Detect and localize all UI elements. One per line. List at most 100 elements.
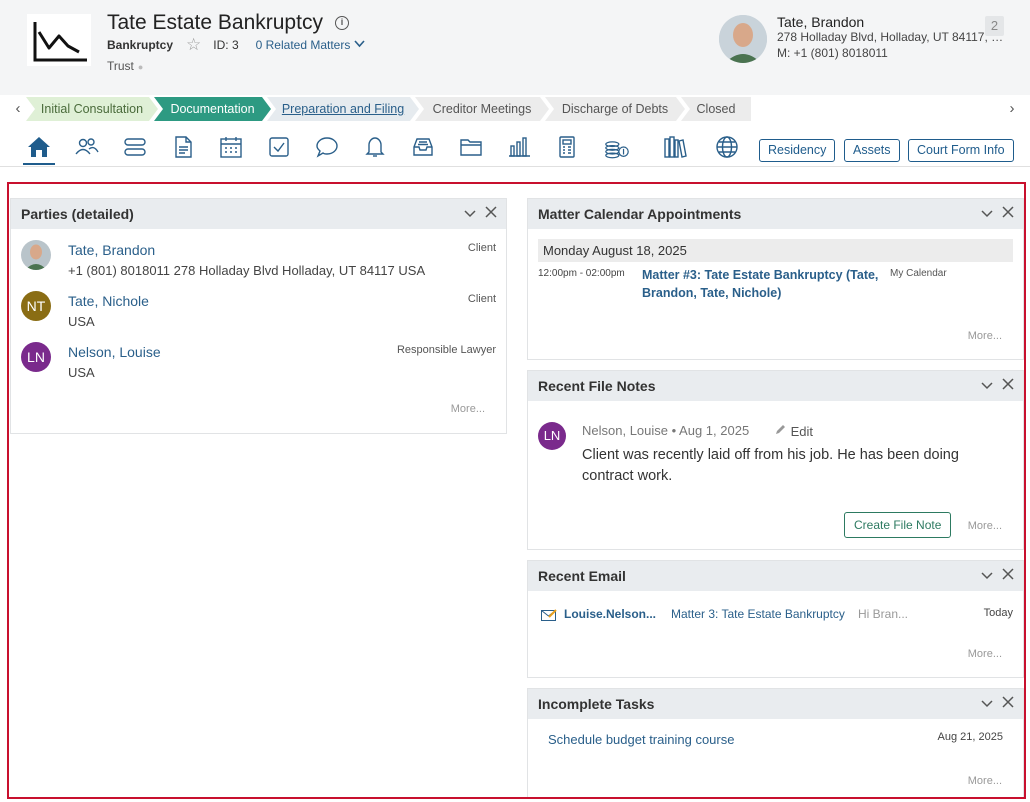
folder-icon[interactable] (457, 134, 485, 160)
avatar[interactable] (21, 240, 51, 270)
appointment-calendar: My Calendar (890, 268, 947, 279)
dashboard-panel: Parties (detailed) Tate, Brandon +1 (801… (7, 182, 1026, 799)
avatar[interactable]: NT (21, 291, 51, 321)
email-widget: Recent Email Louise.Nelson... Matter 3: … (527, 560, 1024, 678)
client-address: 278 Holladay Blvd, Holladay, UT 84117, U… (777, 30, 1005, 44)
stage-closed[interactable]: Closed (681, 97, 751, 121)
matter-header: Tate Estate Bankruptcy i Bankruptcy ☆ ID… (0, 0, 1030, 95)
more-link[interactable]: More... (451, 403, 485, 415)
client-avatar[interactable] (719, 15, 767, 63)
party-item: NT Tate, Nichole USA Client (11, 291, 506, 337)
trust-dot: ● (137, 62, 144, 72)
collapse-icon[interactable] (464, 205, 476, 221)
widget-title: Incomplete Tasks (538, 696, 655, 712)
globe-icon[interactable] (713, 134, 741, 160)
widget-title: Parties (detailed) (21, 206, 134, 222)
widget-title: Matter Calendar Appointments (538, 206, 742, 222)
party-role: Client (467, 293, 496, 305)
calculator-icon[interactable] (553, 134, 581, 160)
calendar-widget-header: Matter Calendar Appointments (528, 199, 1023, 229)
bell-icon[interactable] (361, 134, 389, 160)
contacts-icon[interactable] (73, 134, 101, 160)
party-item: LN Nelson, Louise USA Responsible Lawyer (11, 342, 506, 388)
stack-icon[interactable] (121, 134, 149, 160)
close-icon[interactable] (1002, 693, 1014, 713)
checkbox-icon[interactable] (265, 134, 293, 160)
chevron-right-icon[interactable]: › (1004, 97, 1020, 121)
close-icon[interactable] (485, 203, 497, 223)
matter-logo (27, 14, 91, 66)
more-link[interactable]: More... (968, 520, 1002, 532)
email-from: Louise.Nelson... (564, 607, 657, 621)
collapse-icon[interactable] (981, 567, 993, 583)
collapse-icon[interactable] (981, 377, 993, 393)
pencil-icon (774, 424, 787, 439)
trust-text: Trust (107, 59, 134, 73)
calendar-widget: Matter Calendar Appointments Monday Augu… (527, 198, 1024, 360)
trust-label: Trust ● (107, 59, 143, 73)
inbox-icon[interactable] (409, 134, 437, 160)
star-icon[interactable]: ☆ (186, 36, 201, 53)
page-title: Tate Estate Bankruptcy (107, 11, 323, 34)
party-item: Tate, Brandon +1 (801) 8018011 278 Holla… (11, 240, 506, 286)
document-icon[interactable] (169, 134, 197, 160)
matter-id: ID: 3 (213, 38, 239, 52)
home-icon[interactable] (23, 134, 55, 165)
court-form-info-button[interactable]: Court Form Info (908, 139, 1014, 162)
parties-widget-header: Parties (detailed) (11, 199, 506, 229)
residency-button[interactable]: Residency (759, 139, 836, 162)
party-detail: USA (68, 365, 95, 380)
party-role: Client (467, 242, 496, 254)
email-widget-header: Recent Email (528, 561, 1023, 591)
note-text: Client was recently laid off from his jo… (582, 447, 959, 484)
stage-bar: ‹ Initial Consultation Documentation Pre… (0, 97, 1030, 121)
related-matters-link[interactable]: 0 Related Matters (256, 38, 351, 52)
more-link[interactable]: More... (968, 648, 1002, 660)
party-name[interactable]: Tate, Nichole (68, 293, 149, 309)
close-icon[interactable] (1002, 375, 1014, 395)
chevron-left-icon[interactable]: ‹ (10, 97, 26, 121)
file-notes-widget: Recent File Notes LN Nelson, Louise • Au… (527, 370, 1024, 550)
email-row[interactable]: Louise.Nelson... Matter 3: Tate Estate B… (538, 606, 1013, 624)
chat-icon[interactable] (313, 134, 341, 160)
task-name[interactable]: Schedule budget training course (548, 732, 734, 747)
chevron-down-icon[interactable] (354, 39, 365, 51)
party-detail: +1 (801) 8018011 278 Holladay Blvd Holla… (68, 263, 426, 278)
email-subject: Matter 3: Tate Estate Bankruptcy (671, 607, 845, 621)
email-date: Today (983, 607, 1013, 619)
client-name[interactable]: Tate, Brandon (777, 14, 864, 30)
books-icon[interactable] (661, 134, 689, 160)
avatar[interactable]: LN (538, 422, 566, 450)
matter-type: Bankruptcy (107, 38, 174, 52)
coins-icon[interactable] (603, 134, 631, 160)
avatar[interactable]: LN (21, 342, 51, 372)
matter-subinfo: Bankruptcy ☆ ID: 3 0 Related Matters (107, 36, 365, 53)
stage-preparation-filing[interactable]: Preparation and Filing (267, 97, 419, 121)
edit-note-link[interactable]: Edit (774, 423, 813, 439)
stage-initial-consultation[interactable]: Initial Consultation (26, 97, 158, 121)
calendar-icon[interactable] (217, 134, 245, 160)
party-name[interactable]: Nelson, Louise (68, 344, 161, 360)
close-icon[interactable] (1002, 203, 1014, 223)
toolbar-divider (0, 166, 1030, 167)
more-link[interactable]: More... (968, 775, 1002, 787)
close-icon[interactable] (1002, 565, 1014, 585)
notification-badge[interactable]: 2 (985, 16, 1004, 36)
stage-discharge-debts[interactable]: Discharge of Debts (545, 97, 685, 121)
email-snippet: Hi Bran... (858, 607, 909, 621)
stage-documentation[interactable]: Documentation (154, 97, 271, 121)
appointment-title[interactable]: Matter #3: Tate Estate Bankruptcy (Tate,… (642, 266, 882, 302)
party-name[interactable]: Tate, Brandon (68, 242, 155, 258)
bar-chart-icon[interactable] (505, 134, 533, 160)
create-file-note-button[interactable]: Create File Note (844, 512, 952, 538)
more-link[interactable]: More... (968, 330, 1002, 342)
note-author-date: Nelson, Louise • Aug 1, 2025 (582, 423, 750, 438)
widget-title: Recent Email (538, 568, 626, 584)
collapse-icon[interactable] (981, 205, 993, 221)
edit-label: Edit (790, 424, 814, 439)
stage-creditor-meetings[interactable]: Creditor Meetings (415, 97, 549, 121)
info-icon[interactable]: i (335, 16, 349, 30)
matter-toolbar: Residency Assets Court Form Info (0, 130, 1030, 166)
collapse-icon[interactable] (981, 695, 993, 711)
assets-button[interactable]: Assets (844, 139, 900, 162)
